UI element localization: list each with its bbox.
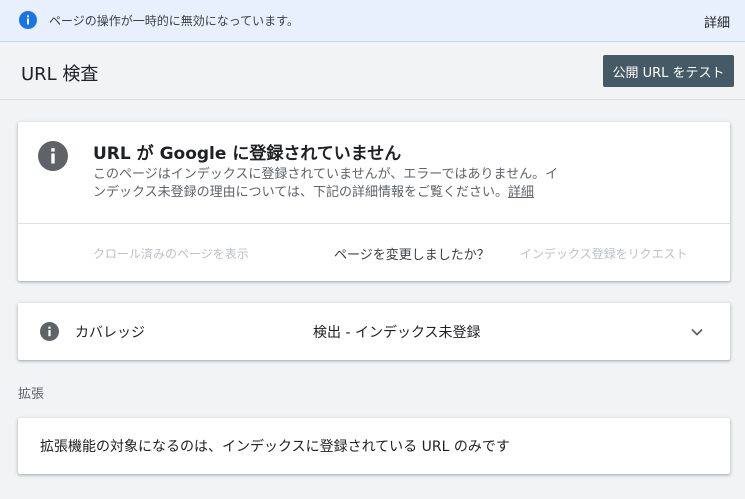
banner-message: ページの操作が一時的に無効になっています。: [49, 14, 299, 28]
chevron-down-icon[interactable]: [689, 324, 705, 340]
info-banner: ページの操作が一時的に無効になっています。 詳細: [0, 0, 745, 42]
status-description-line2: ンデックス未登録の理由については、下記の詳細情報をご覧ください。: [93, 185, 508, 200]
page-header: URL 検査 公開 URL をテスト: [0, 42, 745, 100]
page-changed-question: ページを変更しましたか？: [334, 248, 490, 263]
card-divider: [18, 223, 730, 224]
test-live-url-button[interactable]: 公開 URL をテスト: [603, 55, 734, 87]
page-title: URL 検査: [21, 64, 99, 85]
view-crawled-page-button[interactable]: クロール済みのページを表示: [93, 245, 249, 262]
enhancements-heading: 拡張: [18, 387, 45, 402]
status-description: このページはインデックスに登録されていませんが、エラーではありません。イ ンデッ…: [93, 166, 653, 202]
status-description-line1: このページはインデックスに登録されていませんが、エラーではありません。イ: [93, 167, 559, 182]
coverage-row[interactable]: カバレッジ 検出 - インデックス未登録: [18, 303, 730, 360]
info-icon: [38, 141, 68, 171]
status-title: URL が Google に登録されていません: [93, 144, 402, 164]
enhancements-card: 拡張機能の対象になるのは、インデックスに登録されている URL のみです: [18, 418, 730, 474]
index-status-card: URL が Google に登録されていません このページはインデックスに登録さ…: [18, 122, 730, 281]
enhancements-message: 拡張機能の対象になるのは、インデックスに登録されている URL のみです: [40, 439, 510, 455]
banner-details-link[interactable]: 詳細: [704, 12, 730, 31]
coverage-value: 検出 - インデックス未登録: [313, 325, 481, 341]
info-icon: [40, 322, 59, 341]
coverage-label: カバレッジ: [75, 325, 145, 341]
info-icon: [19, 11, 37, 29]
details-link[interactable]: 詳細: [508, 185, 534, 200]
request-indexing-button[interactable]: インデックス登録をリクエスト: [520, 245, 688, 262]
